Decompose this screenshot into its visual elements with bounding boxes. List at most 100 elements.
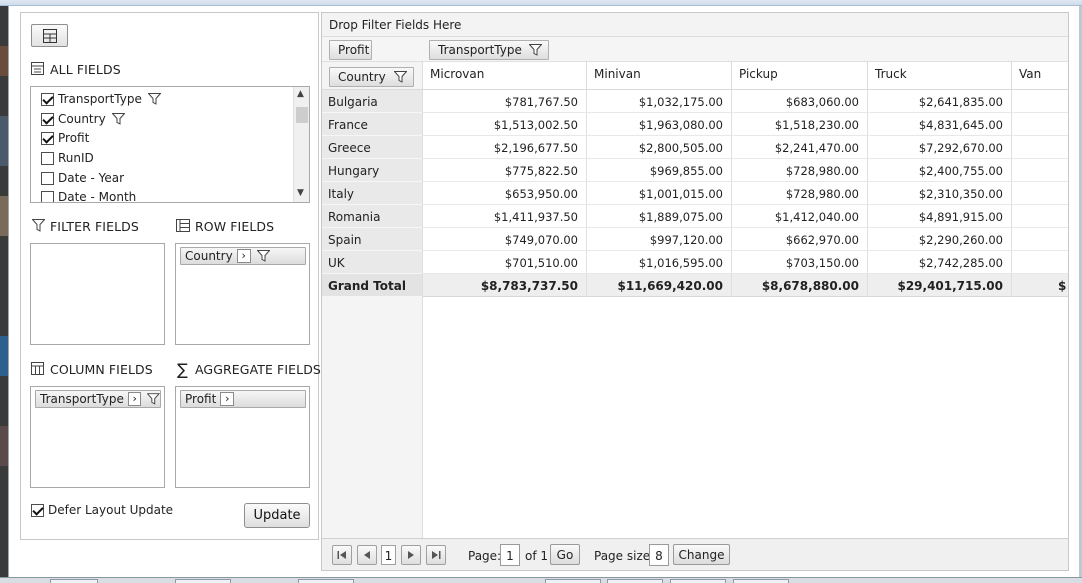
value-cell[interactable]: $2,196,677.50	[423, 136, 587, 159]
defer-checkbox[interactable]	[31, 503, 44, 517]
row-fields-dropzone[interactable]: Country ›	[175, 243, 310, 345]
value-cell[interactable]: $781,767.50	[423, 90, 587, 113]
value-cell[interactable]	[1012, 228, 1068, 251]
value-cell[interactable]: $1,411,937.50	[423, 205, 587, 228]
field-item-runid[interactable]: RunID	[41, 149, 94, 167]
scroll-up-icon[interactable]: ▲	[297, 89, 304, 99]
grid-transporttype-chip[interactable]: TransportType	[429, 40, 549, 60]
grand-total-cell[interactable]: $8,783,737.50	[423, 274, 587, 297]
grand-total-cell[interactable]: $29,401,715.00	[868, 274, 1012, 297]
column-header-minivan[interactable]: Minivan	[587, 62, 732, 90]
row-label[interactable]: Hungary	[322, 159, 422, 182]
grand-total-cell[interactable]: $	[1012, 274, 1068, 297]
value-cell[interactable]	[1012, 113, 1068, 136]
transporttype-checkbox[interactable]	[41, 92, 54, 106]
aggregate-field-chip-profit[interactable]: Profit ›	[180, 390, 306, 408]
value-cell[interactable]: $728,980.00	[732, 182, 868, 205]
prev-page-button[interactable]	[357, 545, 377, 565]
page-input[interactable]: 1	[500, 544, 520, 566]
first-page-button[interactable]	[332, 545, 352, 565]
value-cell[interactable]: $1,016,595.00	[587, 251, 732, 274]
field-item-profit[interactable]: Profit	[41, 129, 89, 147]
chevron-right-icon[interactable]: ›	[127, 392, 142, 406]
row-label[interactable]: Bulgaria	[322, 90, 422, 113]
value-cell[interactable]: $2,241,470.00	[732, 136, 868, 159]
date-month-checkbox[interactable]	[41, 190, 54, 202]
runid-checkbox[interactable]	[41, 151, 54, 165]
row-label[interactable]: Romania	[322, 205, 422, 228]
value-cell[interactable]: $1,032,175.00	[587, 90, 732, 113]
chevron-right-icon[interactable]: ›	[220, 392, 235, 406]
column-header-microvan[interactable]: Microvan	[423, 62, 587, 90]
column-header-pickup[interactable]: Pickup	[732, 62, 868, 90]
filter-icon[interactable]	[393, 71, 407, 83]
country-checkbox[interactable]	[41, 112, 54, 126]
aggregate-fields-dropzone[interactable]: Profit ›	[175, 386, 310, 488]
value-cell[interactable]: $997,120.00	[587, 228, 732, 251]
value-cell[interactable]: $7,292,670.00	[868, 136, 1012, 159]
value-cell[interactable]: $969,855.00	[587, 159, 732, 182]
value-cell[interactable]: $1,001,015.00	[587, 182, 732, 205]
value-cell[interactable]	[1012, 251, 1068, 274]
filter-dropzone[interactable]: Drop Filter Fields Here	[322, 13, 1068, 37]
value-cell[interactable]: $662,970.00	[732, 228, 868, 251]
filter-icon[interactable]	[147, 393, 160, 405]
go-button[interactable]: Go	[550, 544, 580, 565]
value-cell[interactable]	[1012, 205, 1068, 228]
grand-total-cell[interactable]: $8,678,880.00	[732, 274, 868, 297]
value-cell[interactable]	[1012, 159, 1068, 182]
row-field-chip-country[interactable]: Country ›	[180, 247, 306, 265]
value-cell[interactable]: $653,950.00	[423, 182, 587, 205]
row-label[interactable]: Greece	[322, 136, 422, 159]
filter-icon[interactable]	[256, 250, 270, 262]
scroll-thumb[interactable]	[296, 107, 308, 123]
grand-total-cell[interactable]: $11,669,420.00	[587, 274, 732, 297]
value-cell[interactable]: $2,641,835.00	[868, 90, 1012, 113]
field-item-transporttype[interactable]: TransportType	[41, 90, 161, 108]
column-field-chip-transporttype[interactable]: TransportType ›	[35, 390, 161, 408]
last-page-button[interactable]	[426, 545, 446, 565]
date-year-checkbox[interactable]	[41, 171, 54, 185]
next-page-button[interactable]	[401, 545, 421, 565]
value-cell[interactable]: $4,831,645.00	[868, 113, 1012, 136]
update-button[interactable]: Update	[244, 503, 310, 528]
value-cell[interactable]: $728,980.00	[732, 159, 868, 182]
value-cell[interactable]: $2,310,350.00	[868, 182, 1012, 205]
profit-checkbox[interactable]	[41, 131, 54, 145]
filter-icon[interactable]	[111, 113, 125, 125]
value-cell[interactable]: $2,290,260.00	[868, 228, 1012, 251]
value-cell[interactable]: $701,510.00	[423, 251, 587, 274]
value-cell[interactable]: $2,800,505.00	[587, 136, 732, 159]
value-cell[interactable]: $775,822.50	[423, 159, 587, 182]
value-cell[interactable]: $683,060.00	[732, 90, 868, 113]
column-header-truck[interactable]: Truck	[868, 62, 1012, 90]
field-item-date-year[interactable]: Date - Year	[41, 169, 124, 187]
defer-layout-update[interactable]: Defer Layout Update	[31, 503, 173, 517]
value-cell[interactable]: $2,400,755.00	[868, 159, 1012, 182]
value-cell[interactable]: $4,891,915.00	[868, 205, 1012, 228]
value-cell[interactable]: $703,150.00	[732, 251, 868, 274]
field-item-country[interactable]: Country	[41, 110, 125, 128]
grid-profit-chip[interactable]: Profit	[329, 40, 372, 60]
value-cell[interactable]: $2,742,285.00	[868, 251, 1012, 274]
layout-options-button[interactable]	[31, 24, 68, 47]
row-label[interactable]: France	[322, 113, 422, 136]
row-label[interactable]: UK	[322, 251, 422, 274]
value-cell[interactable]	[1012, 90, 1068, 113]
value-cell[interactable]: $749,070.00	[423, 228, 587, 251]
chevron-right-icon[interactable]: ›	[236, 249, 251, 263]
grand-total-label[interactable]: Grand Total	[322, 274, 422, 297]
value-cell[interactable]	[1012, 136, 1068, 159]
filter-icon[interactable]	[147, 93, 161, 105]
value-cell[interactable]: $1,412,040.00	[732, 205, 868, 228]
row-label[interactable]: Spain	[322, 228, 422, 251]
all-fields-list[interactable]: TransportType Country Profit RunID Date …	[30, 86, 310, 203]
value-cell[interactable]	[1012, 182, 1068, 205]
current-page-button[interactable]: 1	[381, 545, 396, 565]
filter-icon[interactable]	[528, 44, 542, 56]
fields-scrollbar[interactable]: ▲ ▼	[293, 87, 309, 202]
field-item-date-month[interactable]: Date - Month	[41, 188, 136, 202]
row-label[interactable]: Italy	[322, 182, 422, 205]
value-cell[interactable]: $1,518,230.00	[732, 113, 868, 136]
column-fields-dropzone[interactable]: TransportType ›	[30, 386, 165, 488]
